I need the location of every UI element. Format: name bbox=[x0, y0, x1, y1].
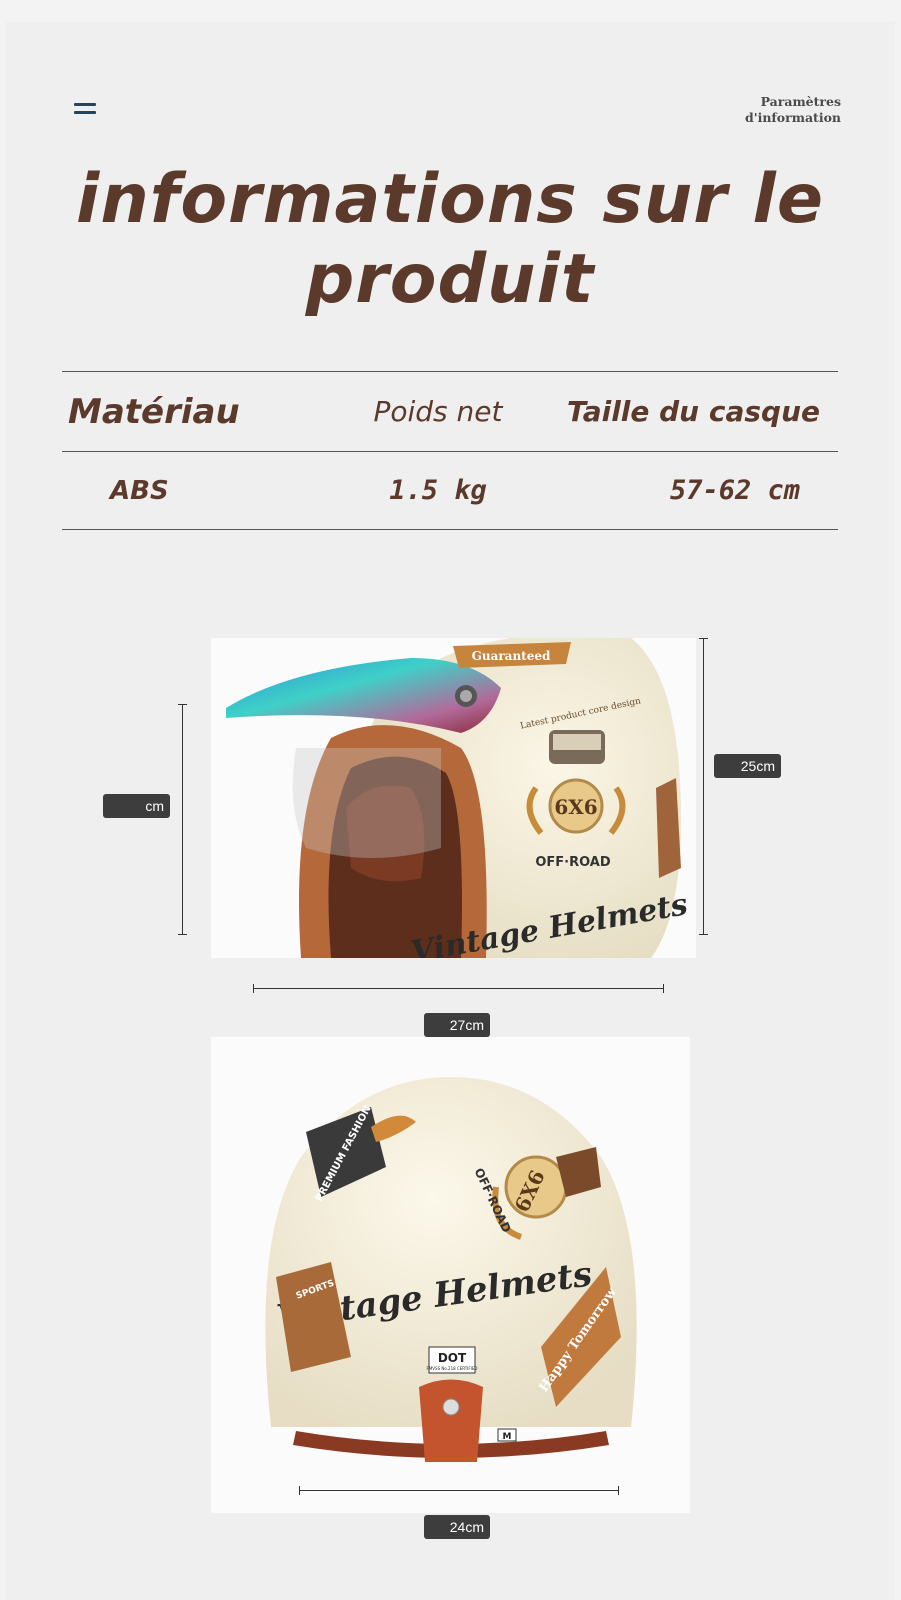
side-badge-center: 6X6 bbox=[554, 795, 597, 819]
helmet-back-illustration: PREMIUM FASHION 6X6 OFF·ROAD Vintage Hel… bbox=[265, 1077, 637, 1462]
value-weight: 1.5 kg bbox=[389, 475, 487, 506]
page-title: informations sur le produit bbox=[76, 160, 824, 319]
side-height-line-right bbox=[699, 638, 708, 935]
spec-header-row: Matériau Poids net Taille du casque bbox=[62, 371, 838, 452]
side-length-label: 27cm bbox=[424, 1013, 490, 1037]
spec-value-row: ABS 1.5 kg 57-62 cm bbox=[62, 452, 838, 530]
helmet-back-photo: PREMIUM FASHION 6X6 OFF·ROAD Vintage Hel… bbox=[211, 1037, 690, 1513]
header-weight: Poids net bbox=[373, 395, 503, 428]
back-dot-label: DOT bbox=[438, 1351, 467, 1365]
back-size-tag: M bbox=[503, 1432, 512, 1442]
info-params-link[interactable]: Paramètres d'information bbox=[701, 94, 841, 126]
side-height-label-left: cm bbox=[103, 794, 170, 818]
back-dot-sub: FMVSS No.218 CERTIFIED bbox=[427, 1366, 478, 1371]
back-width-label: 24cm bbox=[424, 1515, 490, 1539]
side-height-label-right: 25cm bbox=[714, 754, 781, 778]
side-height-line-left bbox=[178, 704, 187, 935]
helmet-side-illustration: Guaranteed Latest product core design 6X… bbox=[226, 638, 690, 958]
menu-icon[interactable] bbox=[70, 100, 100, 120]
header-material: Matériau bbox=[68, 391, 240, 432]
side-length-line bbox=[253, 984, 664, 993]
side-ribbon-text: Guaranteed bbox=[472, 649, 551, 663]
side-badge-sub: OFF·ROAD bbox=[535, 855, 611, 870]
spec-table: Matériau Poids net Taille du casque ABS … bbox=[62, 371, 838, 530]
back-width-line bbox=[299, 1486, 619, 1495]
value-size: 57-62 cm bbox=[669, 475, 800, 506]
header-size: Taille du casque bbox=[566, 395, 820, 428]
value-material: ABS bbox=[110, 475, 169, 506]
helmet-side-photo: Guaranteed Latest product core design 6X… bbox=[211, 638, 696, 958]
